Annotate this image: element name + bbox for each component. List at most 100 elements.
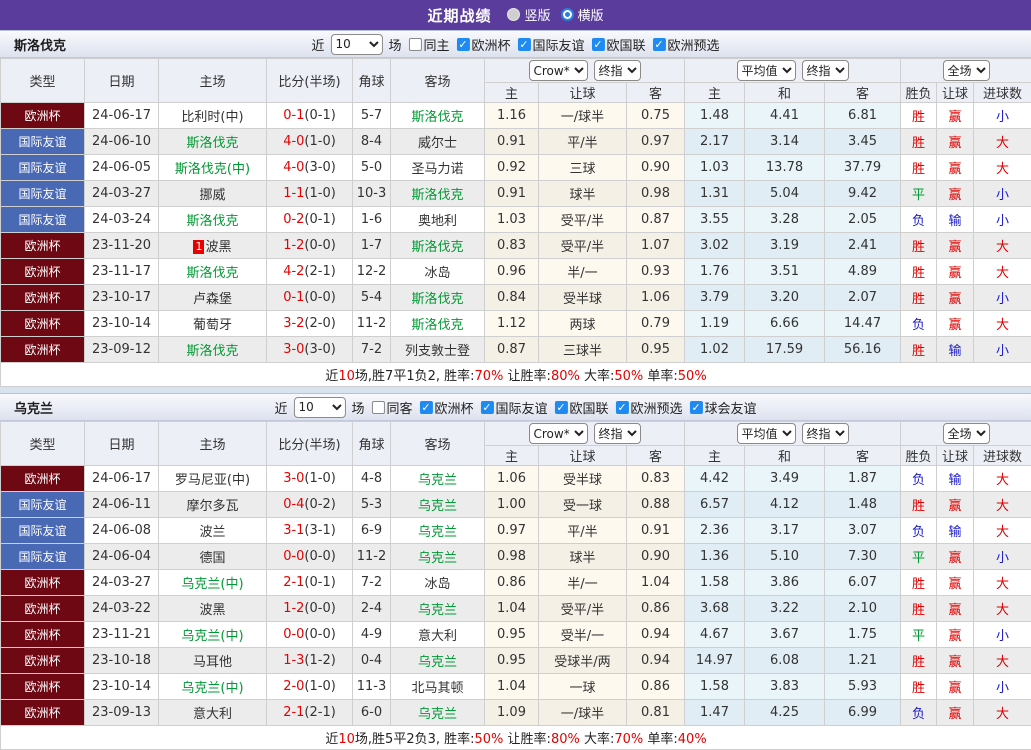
home-team[interactable]: 马耳他	[193, 655, 232, 670]
header-select[interactable]: 终指	[802, 60, 849, 81]
odds-handicap: 三球	[539, 155, 627, 181]
odds-away: 0.94	[627, 622, 685, 648]
header-select[interactable]: 全场	[943, 423, 990, 444]
league-filter[interactable]: ✓国际友谊	[518, 35, 585, 54]
avg-away: 37.79	[825, 155, 901, 181]
match-date: 24-06-10	[85, 129, 159, 155]
score-cell: 2-0(1-0)	[267, 674, 353, 700]
filters: 近10场 同客 ✓欧洲杯✓国际友谊✓欧国联✓欧洲预选✓球会友谊	[274, 397, 756, 418]
league-filter[interactable]: ✓欧国联	[555, 398, 609, 417]
home-team[interactable]: 摩尔多瓦	[186, 499, 238, 514]
header-select[interactable]: 终指	[594, 423, 641, 444]
home-team[interactable]: 斯洛伐克(中)	[175, 162, 250, 177]
match-count-select[interactable]: 10	[330, 34, 382, 55]
sub-column-header: 客	[627, 446, 685, 466]
away-team[interactable]: 乌克兰	[418, 473, 457, 488]
away-team[interactable]: 乌克兰	[418, 551, 457, 566]
column-group-header: 平均值终指	[685, 59, 901, 83]
away-team[interactable]: 圣马力诺	[411, 162, 463, 177]
home-team[interactable]: 挪威	[199, 188, 225, 203]
result-handicap: 赢	[937, 129, 974, 155]
match-count-select[interactable]: 10	[293, 397, 345, 418]
result-outcome: 胜	[901, 129, 937, 155]
home-team[interactable]: 比利时(中)	[181, 110, 243, 125]
home-team[interactable]: 波兰	[199, 525, 225, 540]
home-team[interactable]: 波黑	[205, 240, 231, 255]
away-team[interactable]: 冰岛	[424, 266, 450, 281]
odds-home: 0.97	[485, 518, 539, 544]
away-team[interactable]: 乌克兰	[418, 525, 457, 540]
result-outcome: 胜	[901, 285, 937, 311]
halftime-score: (3-0)	[304, 342, 335, 357]
header-select[interactable]: Crow*	[529, 423, 588, 444]
column-header: 客场	[391, 422, 485, 466]
away-team[interactable]: 意大利	[418, 629, 457, 644]
team-name: 斯洛伐克	[0, 35, 66, 54]
result-handicap: 输	[937, 518, 974, 544]
odds-away: 0.98	[627, 181, 685, 207]
result-goals: 小	[974, 207, 1031, 233]
home-team[interactable]: 卢森堡	[193, 292, 232, 307]
away-team[interactable]: 乌克兰	[418, 603, 457, 618]
same-venue-filter[interactable]: 同主	[408, 35, 449, 54]
away-team[interactable]: 斯洛伐克	[411, 110, 463, 125]
odds-handicap: 受平/半	[539, 233, 627, 259]
home-team[interactable]: 意大利	[193, 707, 232, 722]
home-team[interactable]: 斯洛伐克	[186, 214, 238, 229]
section-header: 斯洛伐克 近10场 同主 ✓欧洲杯✓国际友谊✓欧国联✓欧洲预选	[0, 30, 1031, 58]
league-filter[interactable]: ✓球会友谊	[690, 398, 757, 417]
header-select[interactable]: 全场	[943, 60, 990, 81]
odds-away: 0.88	[627, 492, 685, 518]
away-team[interactable]: 乌克兰	[418, 707, 457, 722]
home-team[interactable]: 波黑	[199, 603, 225, 618]
home-team[interactable]: 罗马尼亚(中)	[175, 473, 250, 488]
header-select[interactable]: 平均值	[737, 423, 796, 444]
home-team[interactable]: 斯洛伐克	[186, 136, 238, 151]
header-select[interactable]: 终指	[802, 423, 849, 444]
competition-type: 国际友谊	[1, 492, 85, 518]
odds-home: 0.91	[485, 129, 539, 155]
league-filter[interactable]: ✓欧洲杯	[419, 398, 473, 417]
header-select[interactable]: 终指	[594, 60, 641, 81]
odds-away: 0.93	[627, 259, 685, 285]
header-select[interactable]: Crow*	[529, 60, 588, 81]
league-filter[interactable]: ✓欧洲杯	[456, 35, 510, 54]
home-team-cell: 摩尔多瓦	[159, 492, 267, 518]
halftime-score: (1-0)	[304, 471, 335, 486]
layout-radio-selected[interactable]: 横版	[561, 5, 604, 24]
sub-column-header: 进球数	[974, 83, 1031, 103]
away-team[interactable]: 斯洛伐克	[411, 188, 463, 203]
halftime-score: (0-1)	[304, 575, 335, 590]
header-select[interactable]: 平均值	[737, 60, 796, 81]
away-team[interactable]: 斯洛伐克	[411, 318, 463, 333]
layout-radio-option[interactable]: 竖版	[507, 5, 550, 24]
away-team[interactable]: 斯洛伐克	[411, 292, 463, 307]
corners: 11-3	[353, 674, 391, 700]
home-team[interactable]: 斯洛伐克	[186, 266, 238, 281]
column-header: 日期	[85, 59, 159, 103]
away-team[interactable]: 威尔士	[418, 136, 457, 151]
away-team[interactable]: 斯洛伐克	[411, 240, 463, 255]
away-team[interactable]: 北马其顿	[411, 681, 463, 696]
summary-text: 近10场,胜7平1负2, 胜率:70% 让胜率:80% 大率:50% 单率:50…	[1, 363, 1031, 387]
fulltime-score: 1-1	[283, 186, 304, 201]
league-filter[interactable]: ✓欧洲预选	[653, 35, 720, 54]
home-team[interactable]: 德国	[199, 551, 225, 566]
away-team[interactable]: 列支敦士登	[405, 344, 470, 359]
away-team[interactable]: 乌克兰	[418, 655, 457, 670]
avg-away: 6.07	[825, 570, 901, 596]
column-header: 类型	[1, 59, 85, 103]
league-filter-label: 球会友谊	[705, 398, 757, 417]
home-team[interactable]: 乌克兰(中)	[181, 629, 243, 644]
league-filter[interactable]: ✓国际友谊	[481, 398, 548, 417]
away-team[interactable]: 奥地利	[418, 214, 457, 229]
home-team[interactable]: 乌克兰(中)	[181, 577, 243, 592]
same-venue-filter[interactable]: 同客	[371, 398, 412, 417]
home-team[interactable]: 葡萄牙	[193, 318, 232, 333]
league-filter[interactable]: ✓欧国联	[592, 35, 646, 54]
home-team[interactable]: 乌克兰(中)	[181, 681, 243, 696]
home-team[interactable]: 斯洛伐克	[186, 344, 238, 359]
away-team[interactable]: 冰岛	[424, 577, 450, 592]
league-filter[interactable]: ✓欧洲预选	[616, 398, 683, 417]
away-team[interactable]: 乌克兰	[418, 499, 457, 514]
